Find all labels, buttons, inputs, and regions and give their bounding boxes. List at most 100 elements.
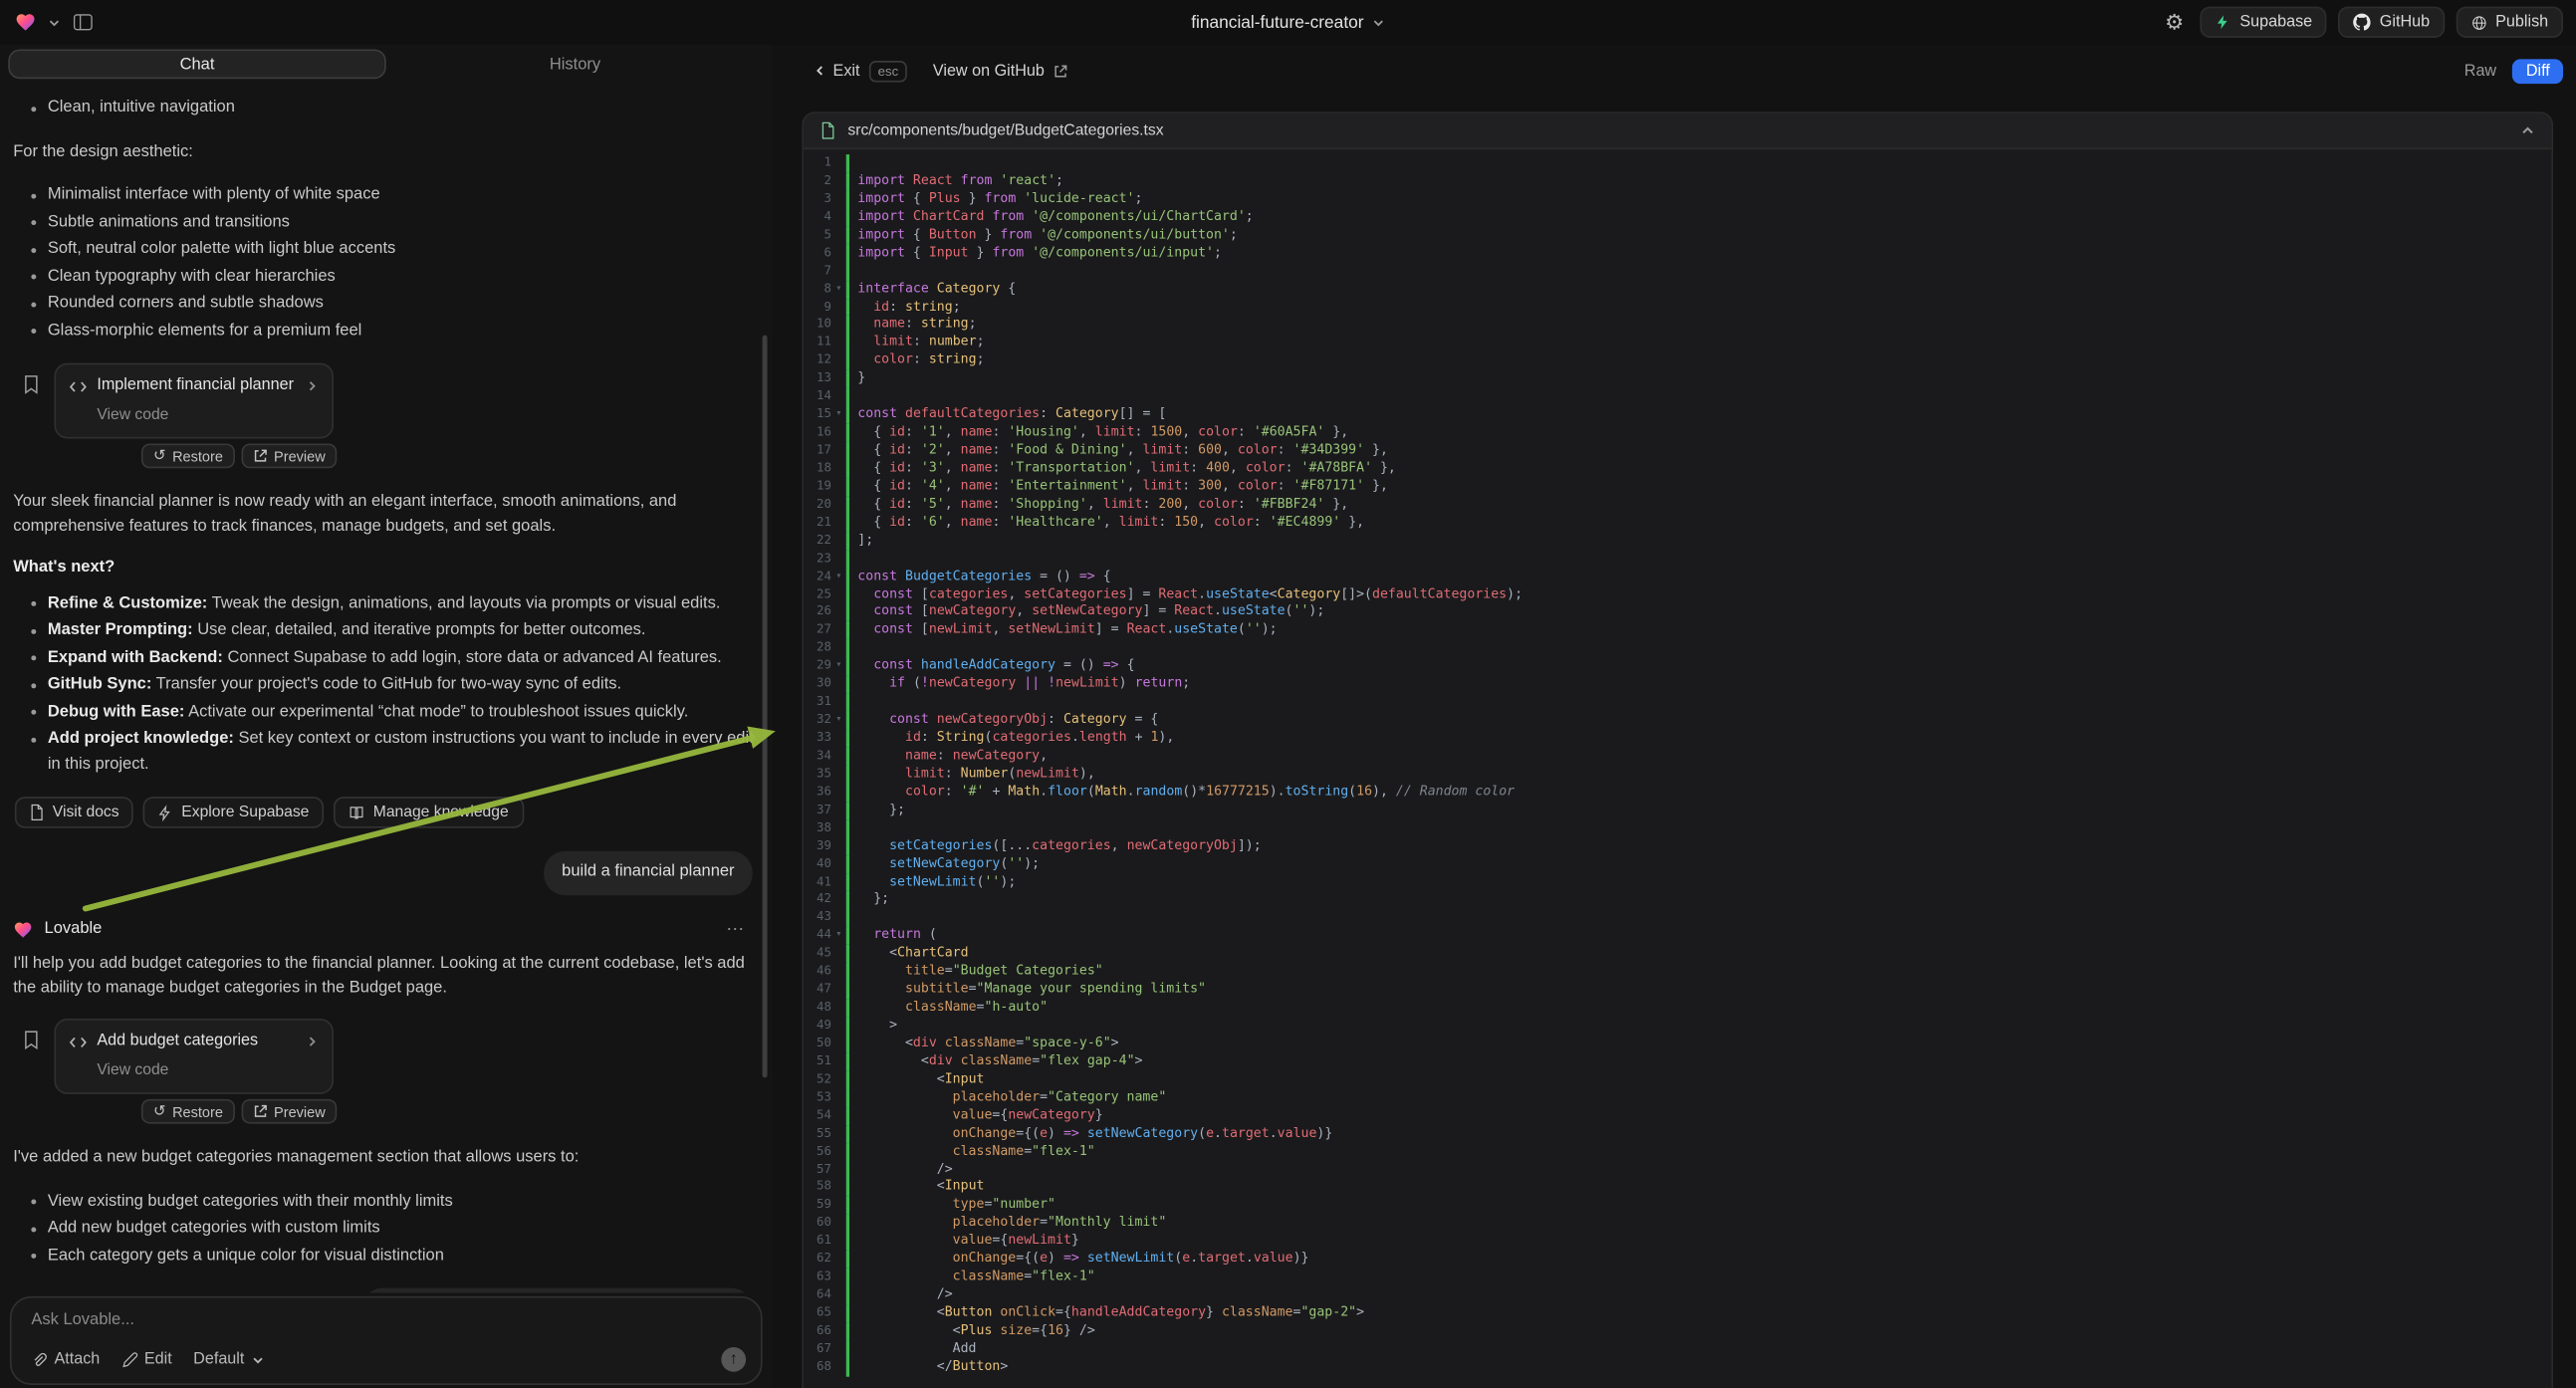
app-root: financial-future-creator ⚙ Supabase GitH… — [0, 0, 2576, 1388]
edit-button[interactable]: Edit — [121, 1350, 172, 1368]
settings-gear-icon[interactable]: ⚙ — [2165, 12, 2184, 33]
project-chevron-down-icon — [1372, 17, 1385, 30]
code-line-15: 15▾const defaultCategories: Category[] =… — [804, 406, 2552, 424]
globe-icon — [2470, 14, 2487, 31]
tab-history[interactable]: History — [386, 50, 765, 80]
github-button[interactable]: GitHub — [2339, 7, 2445, 38]
code-line-57: 57 /> — [804, 1161, 2552, 1179]
code-line-62: 62 onChange={(e) => setNewLimit(e.target… — [804, 1251, 2552, 1269]
preview-button[interactable]: Preview — [241, 444, 337, 469]
code-line-55: 55 onChange={(e) => setNewCategory(e.tar… — [804, 1125, 2552, 1143]
user-message-1: build a financial planner — [544, 851, 753, 895]
bullet-list-added: View existing budget categories with the… — [13, 1189, 756, 1269]
code-line-6: 6import { Input } from '@/components/ui/… — [804, 244, 2552, 262]
code-line-52: 52 <Input — [804, 1070, 2552, 1088]
bullet-item: Glass-morphic elements for a premium fee… — [30, 318, 756, 344]
publish-button[interactable]: Publish — [2457, 7, 2563, 38]
diff-toggle[interactable]: Diff — [2513, 59, 2563, 84]
preview-external-link-icon — [253, 1104, 268, 1119]
mode-label: Default — [193, 1350, 244, 1368]
mode-selector[interactable]: Default — [193, 1350, 264, 1368]
view-on-github-link[interactable]: View on GitHub — [933, 62, 1067, 80]
code-container: src/components/budget/BudgetCategories.t… — [802, 112, 2553, 1388]
code-line-64: 64 /> — [804, 1286, 2552, 1304]
chat-messages: Clean, intuitive navigation For the desi… — [0, 87, 773, 1292]
bullet-item: Add project knowledge: Set key context o… — [30, 726, 756, 777]
assistant-header: Lovable ⋯ — [13, 918, 756, 942]
preview-button[interactable]: Preview — [241, 1099, 337, 1124]
code-line-20: 20 { id: '5', name: 'Shopping', limit: 2… — [804, 496, 2552, 514]
code-line-50: 50 <div className="space-y-6"> — [804, 1035, 2552, 1052]
manage-knowledge-button[interactable]: Manage knowledge — [334, 797, 523, 827]
collapse-chevron-up-icon[interactable] — [2520, 123, 2535, 138]
chevron-left-icon — [814, 64, 826, 77]
code-line-5: 5import { Button } from '@/components/ui… — [804, 226, 2552, 244]
bullet-item: Debug with Ease: Activate our experiment… — [30, 699, 756, 725]
attach-button[interactable]: Attach — [31, 1350, 100, 1368]
tab-chat[interactable]: Chat — [8, 50, 386, 80]
user-message-2: would be cool if you could add budget ca… — [361, 1288, 753, 1293]
manage-knowledge-label: Manage knowledge — [373, 804, 509, 821]
version-title: Implement financial planner — [97, 374, 294, 398]
visit-docs-button[interactable]: Visit docs — [15, 797, 134, 827]
code-brackets-icon — [69, 379, 87, 394]
code-editor[interactable]: 12import React from 'react';3import { Pl… — [804, 149, 2552, 1376]
code-panel: Exit esc View on GitHub Raw Diff src/com… — [786, 45, 2576, 1388]
code-line-34: 34 name: newCategory, — [804, 748, 2552, 766]
code-line-28: 28 — [804, 639, 2552, 657]
code-line-7: 7 — [804, 262, 2552, 280]
code-line-60: 60 placeholder="Monthly limit" — [804, 1215, 2552, 1233]
code-line-14: 14 — [804, 388, 2552, 406]
view-code-link[interactable]: View code — [69, 1058, 319, 1082]
project-selector[interactable]: financial-future-creator — [1191, 12, 1385, 32]
restore-button[interactable]: ↺ Restore — [141, 1099, 234, 1124]
bullet-item: Refine & Customize: Tweak the design, an… — [30, 590, 756, 616]
visit-docs-label: Visit docs — [53, 804, 119, 821]
code-line-26: 26 const [newCategory, setNewCategory] =… — [804, 603, 2552, 621]
supabase-button[interactable]: Supabase — [2201, 7, 2327, 38]
bullet-item: Rounded corners and subtle shadows — [30, 291, 756, 317]
view-code-link[interactable]: View code — [69, 403, 319, 427]
code-line-21: 21 { id: '6', name: 'Healthcare', limit:… — [804, 514, 2552, 532]
chat-scrollbar[interactable] — [763, 336, 768, 1078]
supabase-bolt-icon — [158, 805, 173, 821]
code-line-1: 1 — [804, 154, 2552, 172]
code-line-29: 29▾ const handleAddCategory = () => { — [804, 657, 2552, 675]
explore-supabase-label: Explore Supabase — [181, 804, 309, 821]
restore-button[interactable]: ↺ Restore — [141, 444, 234, 469]
explore-supabase-button[interactable]: Explore Supabase — [143, 797, 324, 827]
chat-input[interactable] — [31, 1311, 741, 1341]
code-line-33: 33 id: String(categories.length + 1), — [804, 730, 2552, 748]
bookmark-icon[interactable] — [23, 374, 39, 468]
code-line-54: 54 value={newCategory} — [804, 1107, 2552, 1125]
code-line-8: 8▾interface Category { — [804, 280, 2552, 298]
message-menu-icon[interactable]: ⋯ — [726, 918, 746, 942]
lovable-logo-heart-icon[interactable] — [15, 12, 36, 33]
version-card-add-budget-categories[interactable]: Add budget categories View code — [54, 1019, 333, 1094]
logo-chevron-down-icon[interactable] — [48, 16, 61, 29]
chat-history-tabs: Chat History — [8, 50, 764, 80]
external-link-icon — [1053, 64, 1067, 79]
code-line-23: 23 — [804, 550, 2552, 568]
exit-label: Exit — [833, 62, 860, 80]
sidebar-toggle-icon[interactable] — [73, 12, 94, 33]
bullet-list-top: Clean, intuitive navigation — [13, 96, 756, 121]
code-line-27: 27 const [newLimit, setNewLimit] = React… — [804, 621, 2552, 639]
pencil-icon — [121, 1351, 138, 1368]
chevron-right-icon — [306, 380, 319, 393]
code-line-53: 53 placeholder="Category name" — [804, 1089, 2552, 1107]
send-button[interactable]: ↑ — [721, 1347, 746, 1372]
bullet-item: Soft, neutral color palette with light b… — [30, 237, 756, 263]
exit-button[interactable]: Exit — [814, 62, 860, 80]
version-card-block-2: Add budget categories View code ↺ Restor… — [13, 1019, 756, 1124]
code-line-9: 9 id: string; — [804, 298, 2552, 316]
raw-toggle[interactable]: Raw — [2464, 62, 2496, 80]
whats-next-heading: What's next? — [13, 557, 756, 580]
version-card-implement-financial-planner[interactable]: Implement financial planner View code — [54, 363, 333, 439]
bookmark-icon[interactable] — [23, 1031, 39, 1124]
edit-label: Edit — [144, 1350, 172, 1368]
added-text: I've added a new budget categories manag… — [13, 1147, 756, 1171]
code-line-56: 56 className="flex-1" — [804, 1143, 2552, 1161]
file-header[interactable]: src/components/budget/BudgetCategories.t… — [804, 114, 2552, 149]
code-line-68: 68 </Button> — [804, 1358, 2552, 1376]
